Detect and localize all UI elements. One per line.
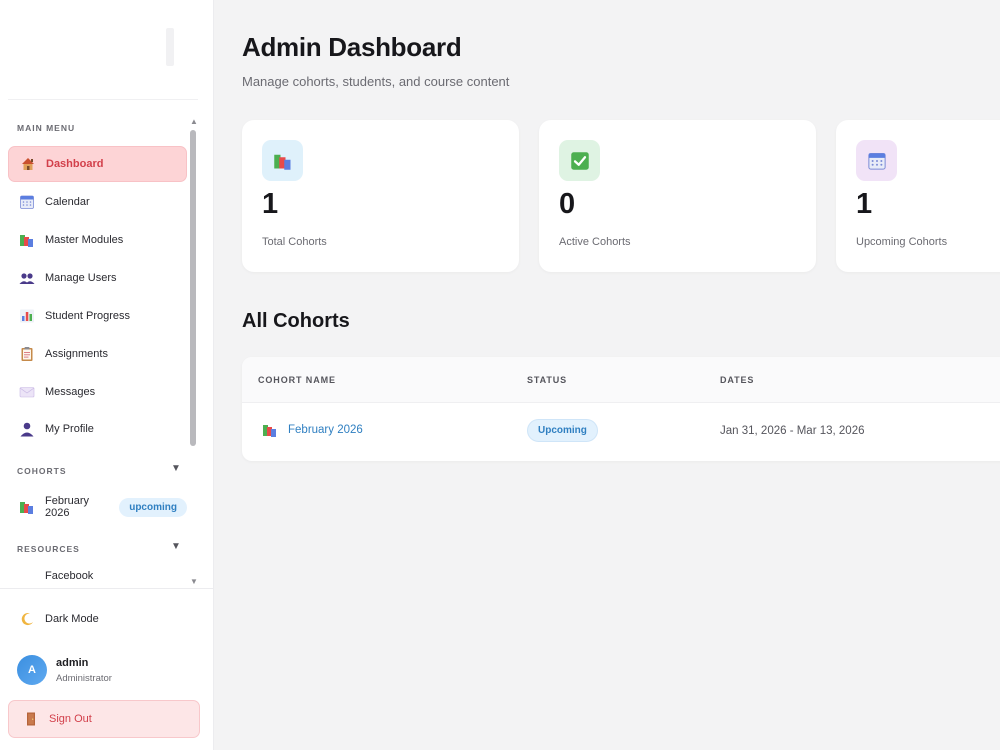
sidebar-item-label: Facebook xyxy=(45,570,94,582)
sign-out-button[interactable]: Sign Out xyxy=(8,700,200,738)
sidebar-item-label: Messages xyxy=(45,386,96,398)
main-content: Admin Dashboard Manage cohorts, students… xyxy=(214,0,1000,750)
sidebar-item-messages[interactable]: Messages xyxy=(8,374,187,410)
chevron-down-icon[interactable]: ▼ xyxy=(171,541,181,552)
table-row[interactable]: February 2026 Upcoming Jan 31, 2026 - Ma… xyxy=(242,403,1000,461)
sidebar-item-my-profile[interactable]: My Profile xyxy=(8,411,187,447)
column-header-cohort-name[interactable]: COHORT NAME xyxy=(258,375,336,385)
stat-label: Total Cohorts xyxy=(262,236,327,248)
status-badge: upcoming xyxy=(119,497,187,517)
books-icon xyxy=(19,232,35,248)
stat-card-total-cohorts: 1 Total Cohorts xyxy=(242,120,519,272)
column-header-status[interactable]: STATUS xyxy=(527,375,567,385)
check-icon xyxy=(559,140,600,181)
sidebar-cohort-item[interactable]: February 2026 upcoming xyxy=(8,494,187,520)
cohort-name-cell[interactable]: February 2026 xyxy=(262,422,363,438)
users-icon xyxy=(19,270,35,286)
books-icon xyxy=(262,422,278,438)
cohort-name-link[interactable]: February 2026 xyxy=(288,424,363,436)
stat-value: 1 xyxy=(856,188,873,220)
calendar-icon xyxy=(19,194,35,210)
sign-out-label: Sign Out xyxy=(49,713,92,725)
books-icon xyxy=(262,140,303,181)
cohorts-table: COHORT NAME STATUS DATES February 2026 U… xyxy=(242,357,1000,461)
bar-chart-icon xyxy=(19,308,35,324)
dark-mode-toggle[interactable]: Dark Mode xyxy=(19,611,99,627)
sidebar-item-label: Calendar xyxy=(45,196,90,208)
chevron-down-icon[interactable]: ▼ xyxy=(171,463,181,474)
status-badge: Upcoming xyxy=(527,419,598,442)
sidebar-item-assignments[interactable]: Assignments xyxy=(8,336,187,372)
sidebar-item-label: Dashboard xyxy=(46,158,104,170)
dates-cell: Jan 31, 2026 - Mar 13, 2026 xyxy=(720,425,865,437)
envelope-icon xyxy=(19,384,35,400)
user-name: admin xyxy=(56,656,89,669)
scroll-up-icon[interactable]: ▲ xyxy=(189,118,199,126)
cohorts-section-label: COHORTS xyxy=(17,466,67,476)
sidebar-item-manage-users[interactable]: Manage Users xyxy=(8,260,187,296)
sidebar-item-calendar[interactable]: Calendar xyxy=(8,184,187,220)
logo[interactable] xyxy=(166,28,174,66)
stat-label: Upcoming Cohorts xyxy=(856,236,948,248)
stat-value: 0 xyxy=(559,188,576,220)
page-title: Admin Dashboard xyxy=(242,32,462,62)
user-profile[interactable]: A admin Administrator xyxy=(17,655,112,685)
sidebar-item-label: Manage Users xyxy=(45,272,117,284)
sidebar-item-master-modules[interactable]: Master Modules xyxy=(8,222,187,258)
moon-icon xyxy=(19,611,35,627)
all-cohorts-title: All Cohorts xyxy=(242,310,350,332)
scrollbar-thumb[interactable] xyxy=(190,130,196,446)
sidebar-item-label: Assignments xyxy=(45,348,108,360)
stat-card-active-cohorts: 0 Active Cohorts xyxy=(539,120,816,272)
door-icon xyxy=(23,711,39,727)
user-role: Administrator xyxy=(56,672,112,684)
books-icon xyxy=(19,499,35,515)
column-header-dates[interactable]: DATES xyxy=(720,375,754,385)
house-icon xyxy=(20,156,36,172)
scroll-down-icon[interactable]: ▼ xyxy=(189,578,199,586)
sidebar-footer: Dark Mode A admin Administrator Sign Out xyxy=(0,588,214,750)
sidebar-item-label: Master Modules xyxy=(45,234,124,246)
main-menu-label: MAIN MENU xyxy=(17,123,76,133)
stat-value: 1 xyxy=(262,188,279,220)
person-icon xyxy=(19,421,35,437)
clipboard-icon xyxy=(19,346,35,362)
resources-section-label: RESOURCES xyxy=(17,544,80,554)
stat-card-upcoming-cohorts: 1 Upcoming Cohorts xyxy=(836,120,1000,272)
sidebar: MAIN MENU Dashboard Calendar Master Modu… xyxy=(0,0,214,750)
sidebar-item-student-progress[interactable]: Student Progress xyxy=(8,298,187,334)
avatar: A xyxy=(17,655,47,685)
sidebar-item-dashboard[interactable]: Dashboard xyxy=(8,146,187,182)
calendar-icon xyxy=(856,140,897,181)
status-cell: Upcoming xyxy=(527,419,598,442)
table-header: COHORT NAME STATUS DATES xyxy=(242,357,1000,403)
cohort-label: February 2026 xyxy=(45,495,90,519)
logo-area xyxy=(8,0,198,100)
sidebar-item-label: Student Progress xyxy=(45,310,130,322)
sidebar-item-label: My Profile xyxy=(45,423,94,435)
dark-mode-label: Dark Mode xyxy=(45,613,99,625)
stat-label: Active Cohorts xyxy=(559,236,631,248)
page-subtitle: Manage cohorts, students, and course con… xyxy=(242,74,510,89)
sidebar-item-facebook[interactable]: Facebook xyxy=(8,570,187,588)
